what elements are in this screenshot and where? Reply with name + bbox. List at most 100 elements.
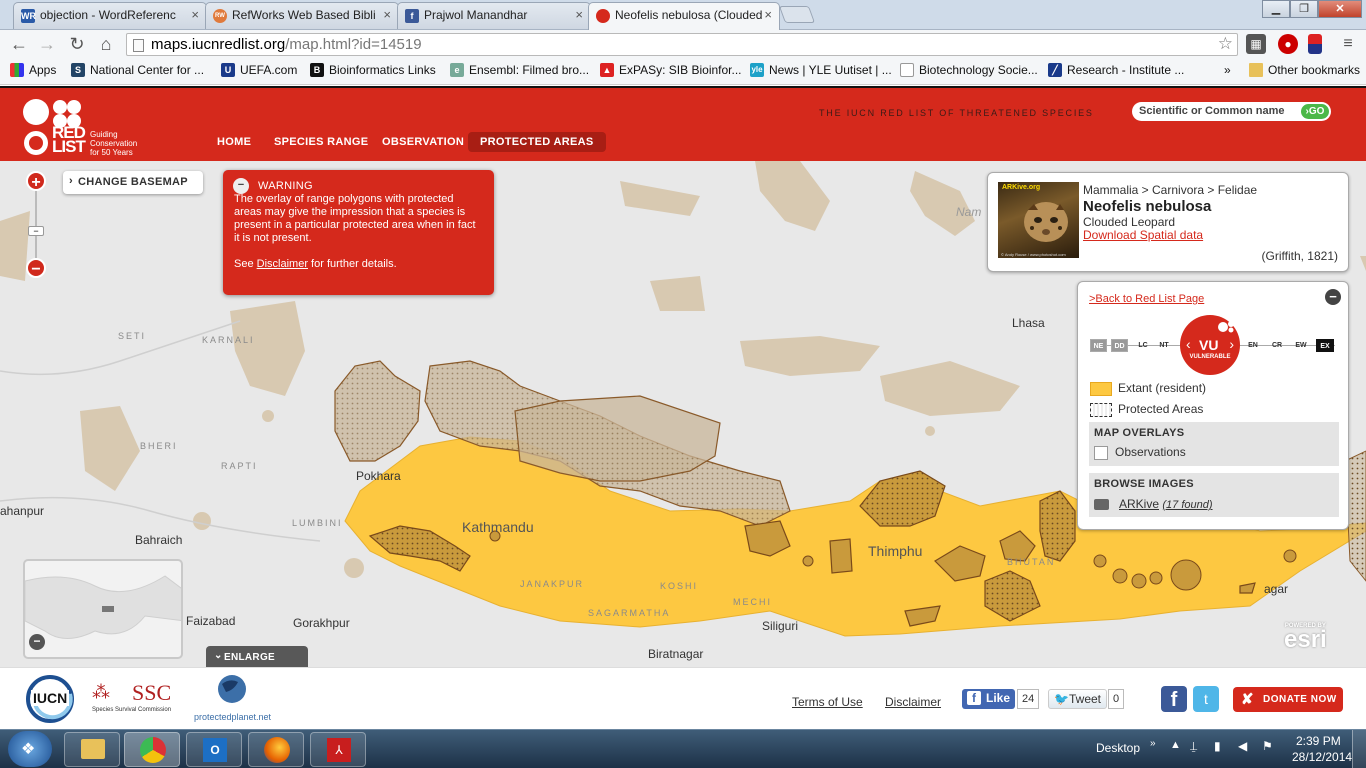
nav-home[interactable]: HOME: [217, 136, 251, 148]
zoom-slider-handle[interactable]: −: [28, 226, 44, 236]
address-bar[interactable]: maps.iucnredlist.org/map.html?id=14519 ☆: [126, 33, 1238, 56]
back-arrow-icon[interactable]: ←: [8, 34, 30, 55]
tab-neofelis-nebulosa[interactable]: Neofelis nebulosa (Clouded ×: [588, 2, 780, 30]
tab-close-icon[interactable]: ×: [764, 7, 772, 22]
tab-close-icon[interactable]: ×: [575, 7, 583, 22]
taskbar-acrobat[interactable]: ⅄: [310, 732, 366, 767]
tab-facebook[interactable]: f Prajwol Manandhar ×: [397, 2, 591, 29]
range-map[interactable]: Lhasa Pokhara Kathmandu Thimphu Bahraich…: [0, 161, 1366, 667]
clock-date[interactable]: 28/12/2014: [1292, 750, 1352, 764]
facebook-favicon-icon: f: [405, 9, 419, 23]
search-go-button[interactable]: ›GO: [1301, 104, 1329, 119]
tab-refworks[interactable]: RW RefWorks Web Based Bibli ×: [205, 2, 399, 29]
ssc-animal-icon: ⁂: [92, 682, 110, 702]
overview-minimap[interactable]: −: [23, 559, 183, 659]
clock-time[interactable]: 2:39 PM: [1296, 734, 1341, 748]
chrome-icon: [140, 737, 166, 763]
bookmark-expasy[interactable]: ▲ ExPASy: SIB Bioinfor...: [600, 63, 742, 77]
twitter-page-icon[interactable]: t: [1193, 686, 1219, 712]
species-info-card: ARKive.org © Andy Rouse / www.photoshot.…: [987, 172, 1349, 272]
volume-icon[interactable]: ◀: [1238, 739, 1247, 753]
place-pokhara: Pokhara: [356, 469, 401, 483]
collapse-minimap-button[interactable]: −: [29, 634, 45, 650]
species-search-input[interactable]: Scientific or Common name ›GO: [1132, 102, 1331, 121]
tab-close-icon[interactable]: ×: [191, 7, 199, 22]
nav-observation[interactable]: OBSERVATION: [382, 136, 464, 148]
ssc-logo[interactable]: ⁂ SSC Species Survival Commission: [92, 680, 182, 720]
taskbar-outlook[interactable]: O: [186, 732, 242, 767]
nepal-flag-icon[interactable]: [1308, 34, 1322, 54]
category-ne: NE: [1090, 339, 1107, 352]
bookmark-ensembl[interactable]: e Ensembl: Filmed bro...: [450, 63, 589, 77]
maximize-button[interactable]: ❐: [1290, 0, 1318, 18]
terms-of-use-link[interactable]: Terms of Use: [792, 695, 863, 709]
start-button[interactable]: ❖: [8, 731, 52, 767]
bookmark-biotechnology[interactable]: Biotechnology Socie...: [900, 63, 1038, 77]
taskbar-explorer[interactable]: [64, 732, 120, 767]
bookmark-research[interactable]: ╱ Research - Institute ...: [1048, 63, 1184, 77]
iucn-logo[interactable]: IUCN: [25, 674, 77, 724]
observations-checkbox[interactable]: [1094, 446, 1108, 460]
category-ex: EX: [1316, 339, 1334, 352]
extension-icon[interactable]: ▦: [1246, 34, 1266, 54]
enlarge-button[interactable]: ⌄ ENLARGE: [206, 646, 308, 667]
network-signal-icon[interactable]: ▮: [1214, 739, 1221, 753]
selected-category-label: VULNERABLE: [1189, 354, 1231, 360]
region-mechi: MECHI: [733, 597, 772, 607]
category-next-icon[interactable]: ›: [1229, 336, 1234, 352]
collapse-legend-button[interactable]: −: [1325, 289, 1341, 305]
back-to-red-list-link[interactable]: >Back to Red List Page: [1089, 293, 1204, 305]
tab-wordreference[interactable]: WR objection - WordReferenc ×: [13, 2, 207, 29]
protected-planet-logo[interactable]: protectedplanet.net: [194, 674, 274, 726]
reload-icon[interactable]: ↻: [66, 34, 88, 55]
nav-protected-areas[interactable]: PROTECTED AREAS: [468, 132, 606, 152]
category-cr: CR: [1271, 342, 1283, 349]
show-hidden-icons-icon[interactable]: ▲: [1170, 739, 1181, 751]
new-tab-button[interactable]: [778, 6, 816, 23]
red-list-logo[interactable]: RED LIST Guiding Conservation for 50 Years: [22, 98, 152, 157]
taskbar-chrome[interactable]: [124, 732, 180, 767]
show-desktop-button[interactable]: [1352, 730, 1366, 768]
search-placeholder: Scientific or Common name: [1139, 105, 1285, 117]
bookmark-yle[interactable]: yle News | YLE Uutiset | ...: [750, 63, 892, 77]
bookmarks-overflow[interactable]: »: [1206, 63, 1231, 77]
tab-close-icon[interactable]: ×: [383, 7, 391, 22]
taskbar-firefox[interactable]: [248, 732, 304, 767]
expasy-icon: ▲: [600, 63, 614, 77]
collapse-warning-button[interactable]: −: [233, 178, 249, 194]
disclaimer-link[interactable]: Disclaimer: [257, 258, 308, 270]
clouded-leopard-photo[interactable]: ARKive.org © Andy Rouse / www.photoshot.…: [998, 182, 1079, 258]
bookmark-ncbi[interactable]: S National Center for ...: [71, 63, 204, 77]
arkive-link[interactable]: ARKive (17 found): [1119, 497, 1213, 511]
bookmark-star-icon[interactable]: ☆: [1218, 34, 1233, 54]
protected-areas-swatch: [1090, 403, 1112, 417]
bookmark-apps[interactable]: Apps: [10, 63, 56, 77]
desktop-toolbar-label[interactable]: Desktop: [1096, 741, 1140, 755]
menu-icon[interactable]: ≡: [1338, 34, 1358, 54]
other-bookmarks[interactable]: Other bookmarks: [1249, 63, 1360, 77]
forward-arrow-icon[interactable]: →: [36, 34, 58, 55]
download-spatial-data-link[interactable]: Download Spatial data: [1083, 228, 1203, 242]
adblock-icon[interactable]: ●: [1278, 34, 1298, 54]
esri-attribution[interactable]: POWERED BY esri: [1284, 623, 1327, 652]
browse-images-section: BROWSE IMAGES ARKive (17 found): [1089, 473, 1339, 517]
category-prev-icon[interactable]: ‹: [1186, 336, 1191, 352]
usb-icon[interactable]: ⍊: [1190, 739, 1197, 754]
action-center-flag-icon[interactable]: ⚑: [1262, 739, 1273, 753]
donate-now-button[interactable]: ✘ DONATE NOW: [1233, 687, 1343, 712]
nav-species-range[interactable]: SPECIES RANGE: [274, 136, 368, 148]
footer-disclaimer-link[interactable]: Disclaimer: [885, 695, 941, 709]
change-basemap-button[interactable]: › CHANGE BASEMAP: [63, 171, 203, 194]
zoom-out-button[interactable]: −: [26, 258, 46, 278]
home-icon[interactable]: ⌂: [95, 34, 117, 55]
tweet-button[interactable]: 🐦 Tweet: [1048, 689, 1108, 709]
bookmark-bioinformatics[interactable]: B Bioinformatics Links: [310, 63, 436, 77]
minimize-button[interactable]: ▁: [1262, 0, 1290, 18]
region-bheri: BHERI: [140, 441, 178, 451]
facebook-like-button[interactable]: f Like: [962, 689, 1016, 709]
facebook-page-icon[interactable]: f: [1161, 686, 1187, 712]
bookmark-uefa[interactable]: U UEFA.com: [221, 63, 297, 77]
desktop-chevron-icon[interactable]: »: [1150, 738, 1156, 749]
close-window-button[interactable]: ✕: [1318, 0, 1362, 18]
zoom-in-button[interactable]: +: [26, 171, 46, 191]
